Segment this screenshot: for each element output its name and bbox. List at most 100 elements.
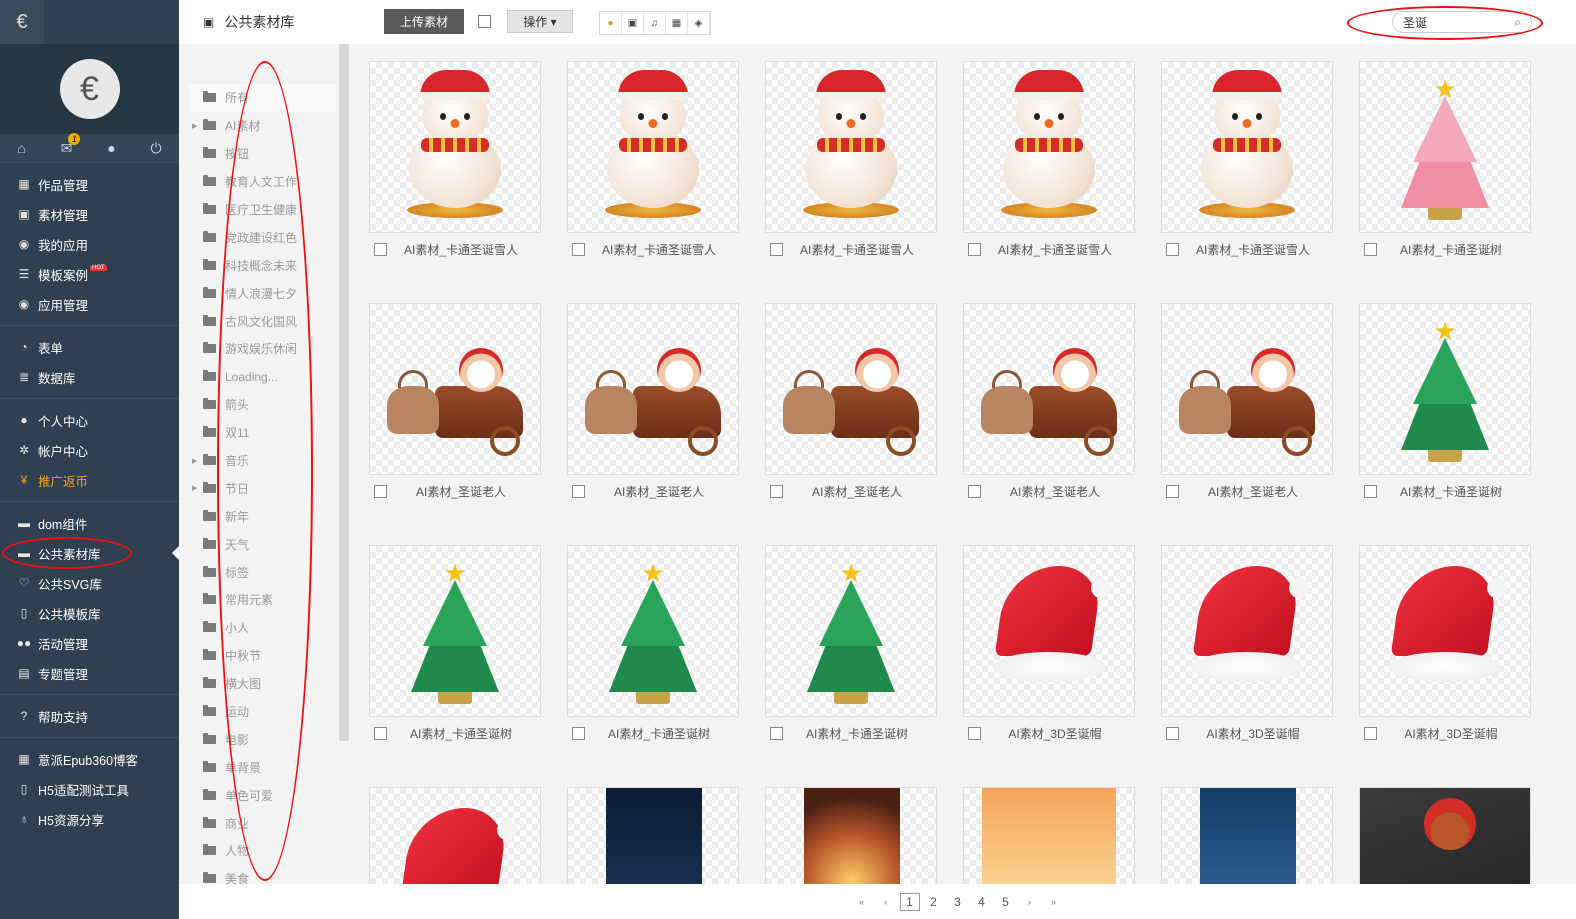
sidebar-item[interactable]: ▦ 意派Epub360博客 <box>0 744 179 774</box>
asset-tile[interactable]: AI素材_3D圣诞帽 <box>1161 545 1333 742</box>
brand-logo[interactable]: € <box>0 0 44 44</box>
category-item[interactable]: 单背景 <box>189 753 336 781</box>
expand-arrow-icon[interactable]: ▶ <box>192 457 197 465</box>
sidebar-item[interactable]: ▦ 作品管理 <box>0 169 179 199</box>
asset-checkbox[interactable] <box>968 243 981 256</box>
category-item[interactable]: 运动 <box>189 698 336 726</box>
asset-checkbox[interactable] <box>374 485 387 498</box>
asset-tile[interactable]: ★ AI素材_卡通圣诞树 <box>1359 61 1531 258</box>
asset-checkbox[interactable] <box>770 727 783 740</box>
3d-type-icon[interactable]: ◈ <box>688 12 710 34</box>
asset-tile[interactable]: ★ AI素材_卡通圣诞树 <box>369 545 541 742</box>
image-type-icon[interactable]: ▣ <box>622 12 644 34</box>
sidebar-item[interactable]: ✲ 帐户中心 <box>0 435 179 465</box>
sidebar-item[interactable]: ●● 活动管理 <box>0 628 179 658</box>
category-item[interactable]: 横大图 <box>189 670 336 698</box>
all-types-icon[interactable]: ● <box>600 12 622 34</box>
category-item[interactable]: 人物 <box>189 837 336 865</box>
asset-checkbox[interactable] <box>572 243 585 256</box>
asset-checkbox[interactable] <box>572 485 585 498</box>
music-type-icon[interactable]: ♫ <box>644 12 666 34</box>
search-icon[interactable]: ⌕ <box>1514 15 1521 30</box>
power-icon[interactable]: ⏻ <box>151 140 162 157</box>
asset-checkbox[interactable] <box>1364 243 1377 256</box>
asset-thumbnail[interactable] <box>567 61 739 233</box>
asset-checkbox[interactable] <box>374 243 387 256</box>
category-item[interactable]: 教育人文工作 <box>189 168 336 196</box>
category-item[interactable]: 所有 <box>189 84 336 112</box>
asset-tile[interactable]: AI素材_卡通圣诞雪人 <box>369 61 541 258</box>
user-icon[interactable]: ● <box>107 140 115 156</box>
sidebar-item[interactable]: ▯ H5适配测试工具 <box>0 774 179 804</box>
upload-button[interactable]: 上传素材 <box>384 9 464 34</box>
mail-icon[interactable]: ✉ 1 <box>61 132 81 157</box>
sidebar-item[interactable]: ≣ 数据库 <box>0 362 179 392</box>
asset-checkbox[interactable] <box>1166 243 1179 256</box>
asset-thumbnail[interactable] <box>567 303 739 475</box>
page-button[interactable]: 2 <box>924 893 944 911</box>
category-item[interactable]: 箭头 <box>189 391 336 419</box>
asset-tile[interactable]: AI素材_3D圣诞帽 <box>1359 545 1531 742</box>
asset-tile[interactable]: AI素材_圣诞老人 <box>765 303 937 500</box>
asset-thumbnail[interactable] <box>963 303 1135 475</box>
asset-tile[interactable]: AI素材_卡通圣诞雪人 <box>963 61 1135 258</box>
category-item[interactable]: 古风文化国风 <box>189 307 336 335</box>
category-item[interactable]: 游戏娱乐休闲 <box>189 335 336 363</box>
category-item[interactable]: 双11 <box>189 419 336 447</box>
asset-thumbnail[interactable]: ★ <box>369 545 541 717</box>
page-button[interactable]: 4 <box>972 893 992 911</box>
asset-checkbox[interactable] <box>1166 727 1179 740</box>
asset-thumbnail[interactable]: ★ <box>1359 61 1531 233</box>
asset-checkbox[interactable] <box>1364 727 1377 740</box>
category-item[interactable]: 标签 <box>189 558 336 586</box>
asset-checkbox[interactable] <box>770 243 783 256</box>
asset-thumbnail[interactable] <box>369 303 541 475</box>
sidebar-item[interactable]: ◉ 应用管理 <box>0 289 179 319</box>
sidebar-item[interactable]: ▬ 公共素材库 <box>0 538 179 568</box>
asset-tile[interactable]: ★ AI素材_卡通圣诞树 <box>765 545 937 742</box>
last-page-button[interactable]: » <box>1044 893 1064 911</box>
search-input[interactable] <box>1403 15 1503 29</box>
asset-tile[interactable]: AI素材_卡通圣诞雪人 <box>1161 61 1333 258</box>
asset-checkbox[interactable] <box>1166 485 1179 498</box>
sidebar-item[interactable]: ¥ 推广返币 <box>0 465 179 495</box>
asset-checkbox[interactable] <box>374 727 387 740</box>
expand-arrow-icon[interactable]: ▶ <box>192 484 197 492</box>
operations-dropdown[interactable]: 操作 ▾ <box>507 10 573 33</box>
video-type-icon[interactable]: ▦ <box>666 12 688 34</box>
asset-tile[interactable]: AI素材_圣诞老人 <box>1161 303 1333 500</box>
sidebar-item[interactable]: ◉ 我的应用 <box>0 229 179 259</box>
sidebar-item[interactable]: ◔ 表单 <box>0 332 179 362</box>
asset-thumbnail[interactable] <box>765 303 937 475</box>
asset-thumbnail[interactable] <box>1161 61 1333 233</box>
sidebar-item[interactable]: ▤ 专题管理 <box>0 658 179 688</box>
asset-thumbnail[interactable]: ★ <box>567 545 739 717</box>
asset-tile[interactable]: AI素材_圣诞老人 <box>963 303 1135 500</box>
asset-thumbnail[interactable] <box>765 61 937 233</box>
asset-thumbnail[interactable] <box>1359 545 1531 717</box>
asset-tile[interactable]: AI素材_卡通圣诞雪人 <box>765 61 937 258</box>
category-item[interactable]: 电影 <box>189 725 336 753</box>
category-item[interactable]: 商业 <box>189 809 336 837</box>
asset-checkbox[interactable] <box>572 727 585 740</box>
category-item[interactable]: 按钮 <box>189 140 336 168</box>
category-item[interactable]: 天气 <box>189 530 336 558</box>
sidebar-item[interactable]: ♡ 公共SVG库 <box>0 568 179 598</box>
category-item[interactable]: 常用元素 <box>189 586 336 614</box>
next-page-button[interactable]: › <box>1020 893 1040 911</box>
category-item[interactable]: 中秋节 <box>189 642 336 670</box>
category-item[interactable]: Loading... <box>189 363 336 391</box>
expand-arrow-icon[interactable]: ▶ <box>192 122 197 130</box>
select-all-checkbox[interactable] <box>478 15 491 28</box>
category-item[interactable]: ▶ AI素材 <box>189 112 336 140</box>
category-item[interactable]: 医疗卫生健康 <box>189 196 336 224</box>
sidebar-item[interactable]: ▯ 公共模板库 <box>0 598 179 628</box>
asset-tile[interactable]: AI素材_3D圣诞帽 <box>963 545 1135 742</box>
prev-page-button[interactable]: ‹ <box>876 893 896 911</box>
sidebar-item[interactable]: ♁ H5资源分享 <box>0 804 179 834</box>
avatar[interactable]: € <box>59 59 120 119</box>
sidebar-item[interactable]: ▣ 素材管理 <box>0 199 179 229</box>
category-item[interactable]: ▶ 节日 <box>189 474 336 502</box>
asset-tile[interactable]: AI素材_圣诞老人 <box>369 303 541 500</box>
sidebar-item[interactable]: ? 帮助支持 <box>0 701 179 731</box>
